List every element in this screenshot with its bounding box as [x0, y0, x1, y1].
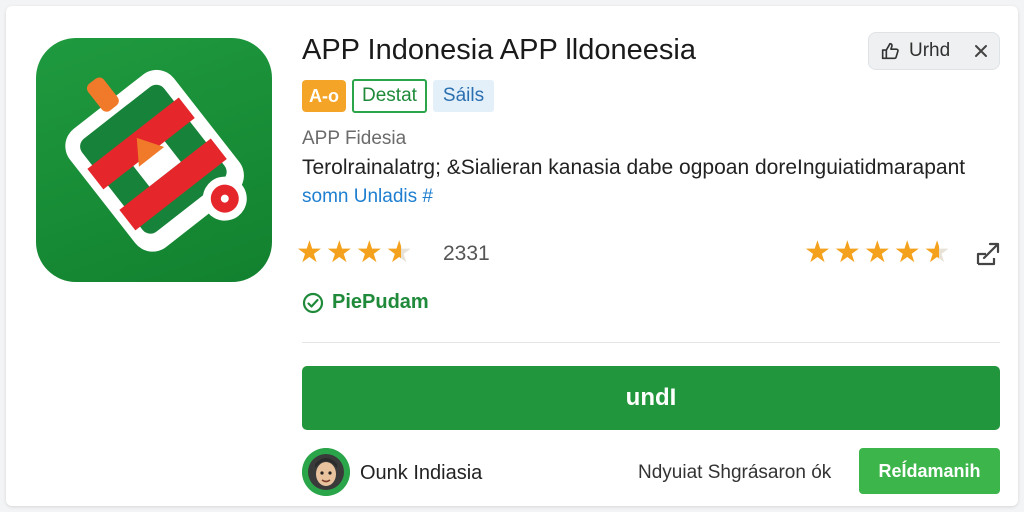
rating-stars-right[interactable]: ★ ★ ★ ★ ★ — [804, 238, 951, 268]
app-description: Terolrainalatrg; &Sialieran kanasia dabe… — [302, 156, 966, 179]
star-icon: ★ — [804, 236, 831, 269]
star-icon: ★ — [325, 236, 353, 269]
share-icon[interactable] — [972, 238, 1004, 270]
star-half-icon: ★ — [923, 236, 951, 269]
star-icon: ★ — [893, 236, 921, 269]
verified-text: PiePudam — [332, 291, 429, 313]
app-icon[interactable] — [36, 38, 272, 282]
star-half-icon: ★ — [385, 236, 413, 269]
star-icon: ★ — [355, 236, 383, 269]
check-circle-icon — [302, 292, 324, 313]
avatar[interactable] — [302, 448, 350, 496]
verified-label: PiePudam — [302, 291, 429, 314]
star-icon: ★ — [296, 236, 323, 269]
app-title: APP Indonesia APP lldoneesia — [302, 34, 696, 66]
rating-stars-left: ★ ★ ★ ★ — [296, 238, 413, 268]
tag-badge-blue[interactable]: Sáils — [432, 80, 495, 112]
close-icon[interactable] — [973, 43, 989, 59]
install-button[interactable]: undI — [302, 366, 1000, 430]
phone-graphic-icon — [65, 69, 247, 252]
publisher-name[interactable]: Ounk Indiasia — [360, 462, 482, 485]
app-listing-card: APP Indonesia APP lldoneesia Urhd A-o De… — [6, 6, 1018, 506]
star-icon: ★ — [863, 236, 891, 269]
sponsor-text: Ndyuiat Shgrásaron ók — [638, 462, 832, 483]
chip-label: Urhd — [909, 40, 951, 61]
age-rating-badge: A-o — [302, 80, 346, 112]
rating-count: 2331 — [443, 242, 490, 265]
star-icon: ★ — [833, 236, 861, 269]
divider — [302, 342, 1000, 343]
tag-badge-green[interactable]: Destat — [352, 79, 427, 113]
thumb-up-icon — [881, 42, 899, 60]
open-button[interactable]: ReÍdamanih — [859, 448, 1000, 494]
more-link[interactable]: somn Unladis # — [302, 186, 433, 208]
header-chip[interactable]: Urhd — [868, 32, 1000, 70]
developer-name[interactable]: APP Fidesia — [302, 128, 406, 150]
badge-row: A-o Destat Sáils — [302, 79, 495, 113]
person-icon — [302, 448, 350, 496]
